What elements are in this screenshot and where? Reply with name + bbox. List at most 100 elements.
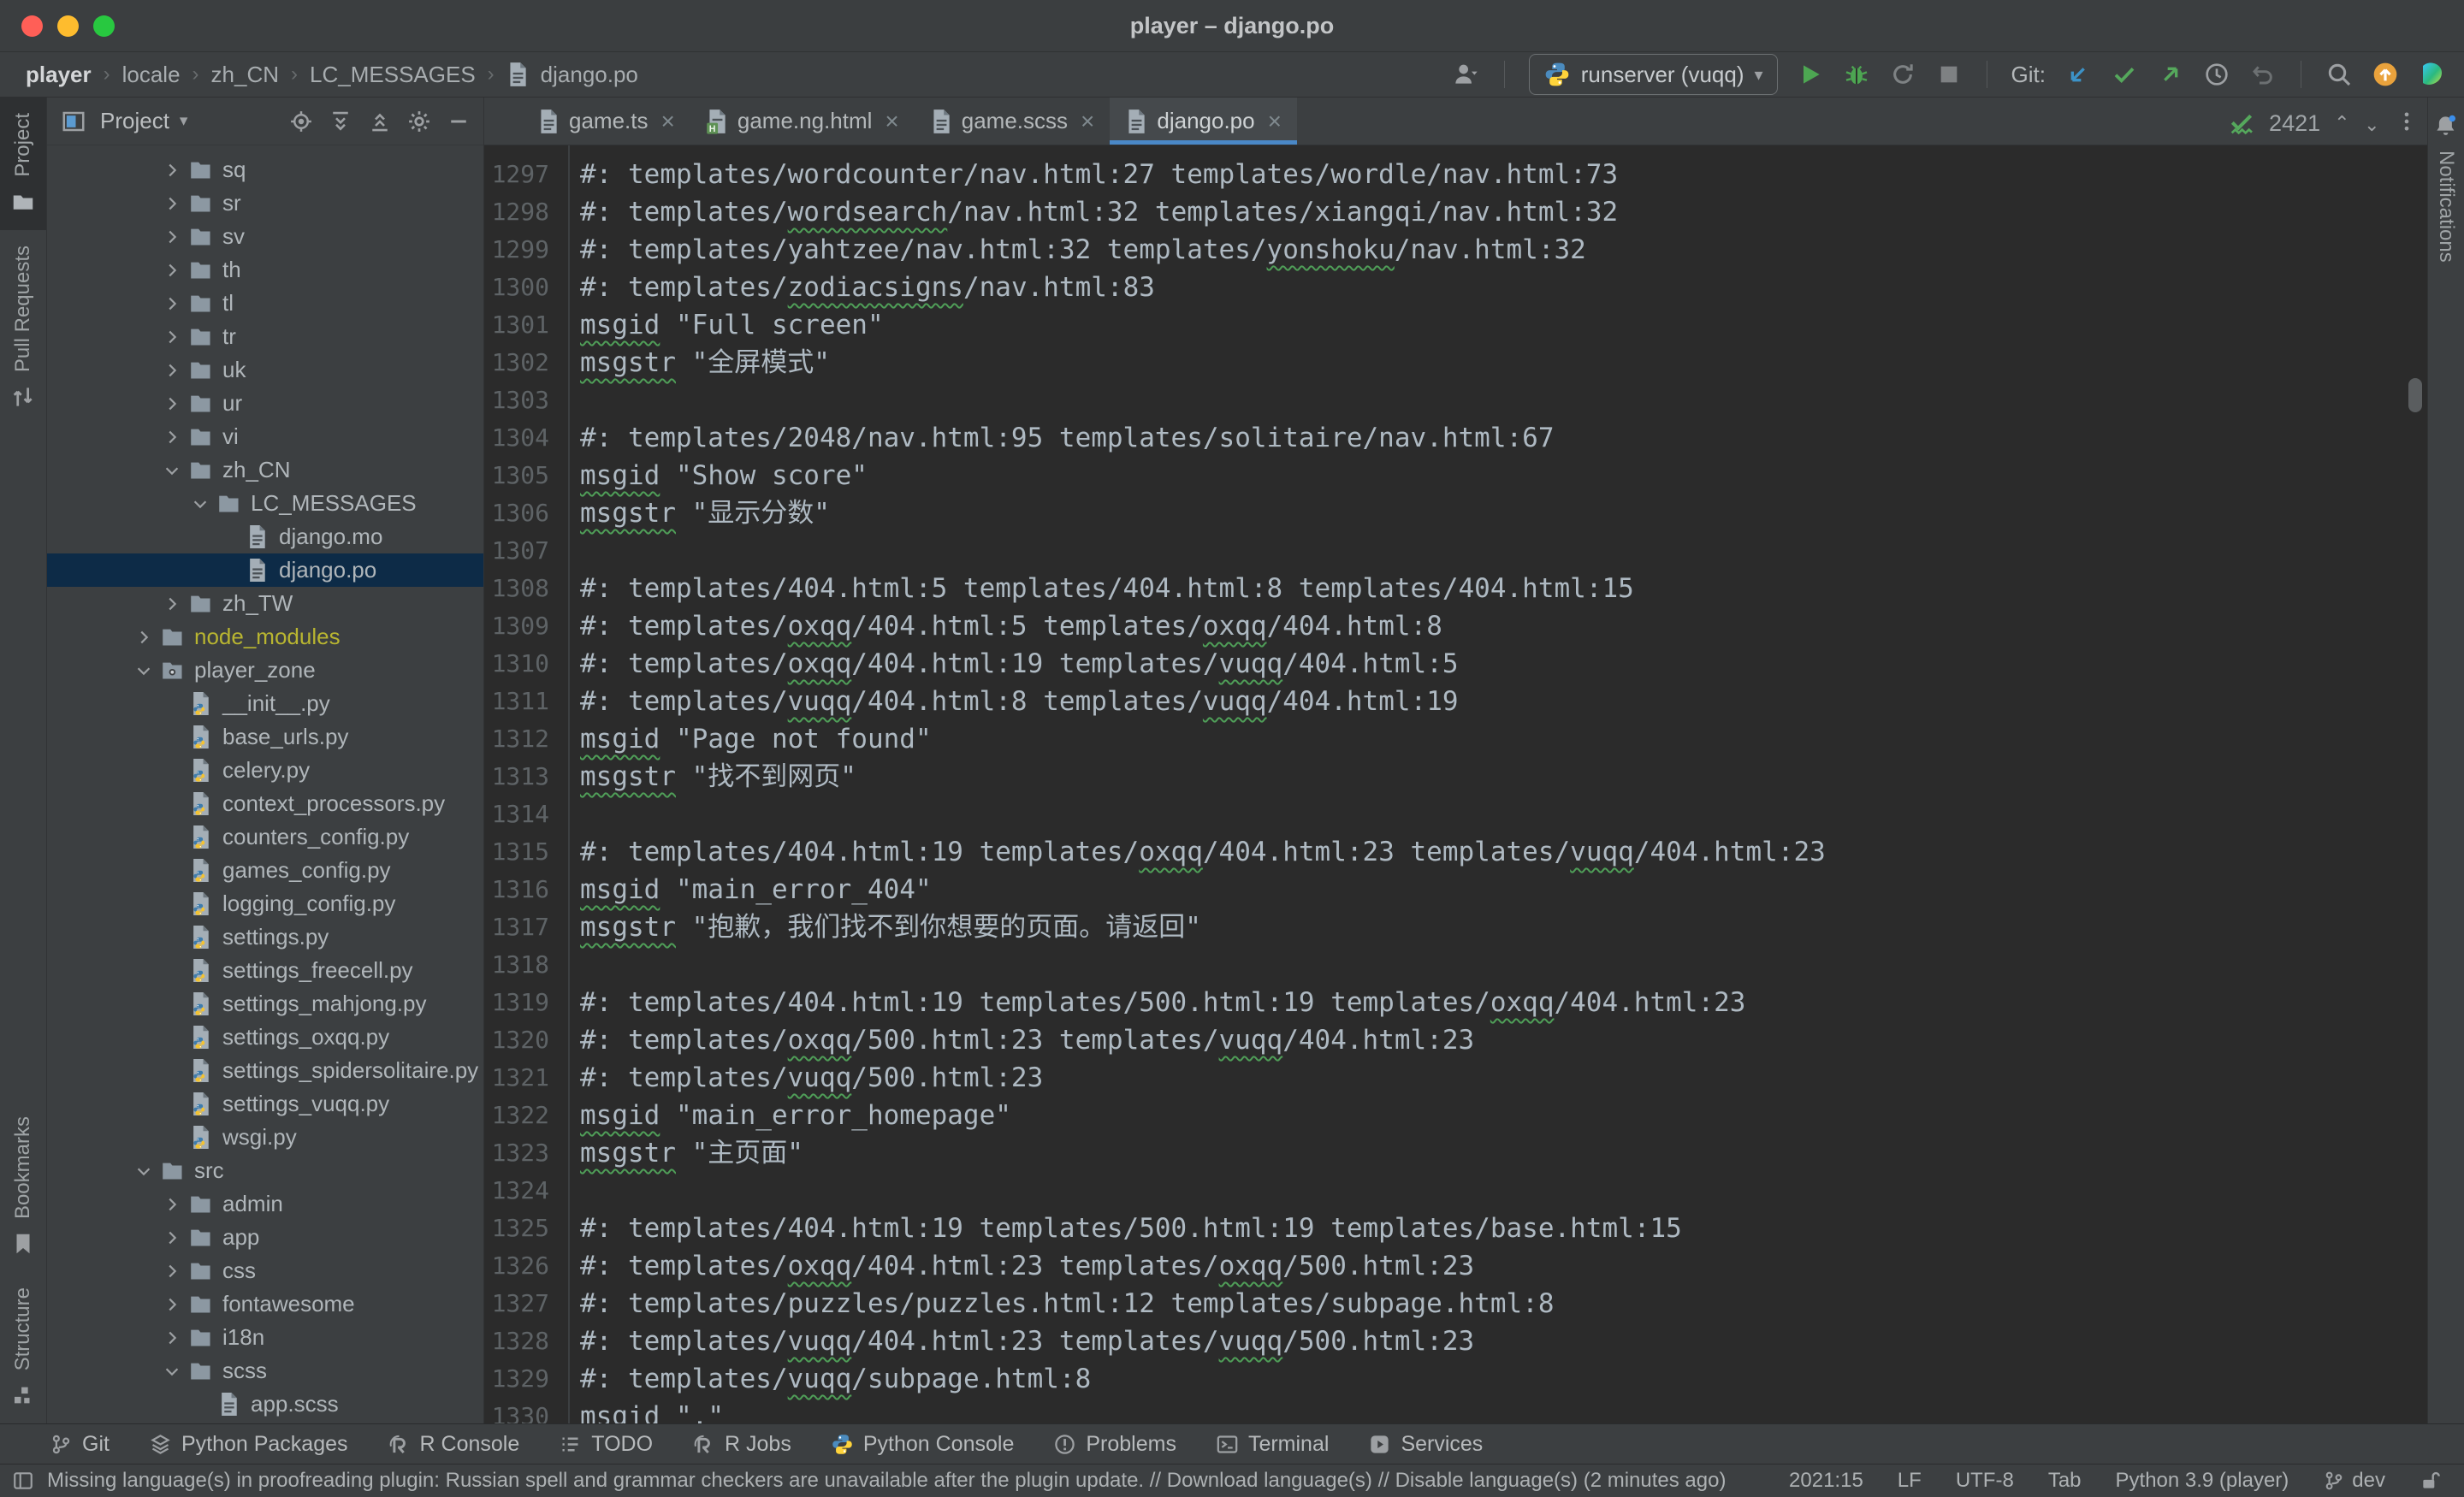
tree-item-node_modules[interactable]: node_modules <box>47 620 483 654</box>
hide-panel-icon[interactable] <box>446 109 471 134</box>
file-encoding[interactable]: UTF-8 <box>1956 1469 2014 1493</box>
tool-stripe-structure[interactable]: Structure <box>0 1272 46 1423</box>
chevron-down-icon[interactable]: ▾ <box>180 111 188 131</box>
rollback-icon[interactable] <box>2249 61 2277 88</box>
chevron-right-icon[interactable] <box>157 1260 186 1282</box>
chevron-right-icon[interactable] <box>157 359 186 382</box>
prev-issue-icon[interactable]: ⌃ <box>2334 112 2349 134</box>
close-icon[interactable]: × <box>661 108 675 135</box>
tree-item-context_processors.py[interactable]: context_processors.py <box>47 787 483 820</box>
git-commit-icon[interactable] <box>2111 61 2138 88</box>
editor-scrollbar-thumb[interactable] <box>2408 378 2422 412</box>
tab-game.scss[interactable]: game.scss× <box>915 98 1111 145</box>
chevron-right-icon[interactable] <box>157 593 186 615</box>
tree-item-celery.py[interactable]: celery.py <box>47 754 483 787</box>
tree-item-__init__.py[interactable]: __init__.py <box>47 687 483 720</box>
next-issue-icon[interactable]: ⌃ <box>2364 112 2379 134</box>
tree-item-settings_spidersolitaire.py[interactable]: settings_spidersolitaire.py <box>47 1054 483 1087</box>
chevron-right-icon[interactable] <box>157 1193 186 1216</box>
toolwindow-button-services[interactable]: Services <box>1368 1432 1483 1457</box>
chevron-right-icon[interactable] <box>157 192 186 215</box>
toolwindow-button-todo[interactable]: TODO <box>559 1432 653 1457</box>
locate-icon[interactable] <box>288 109 314 134</box>
close-icon[interactable]: × <box>885 108 898 135</box>
coverage-icon[interactable] <box>1889 61 1916 88</box>
chevron-down-icon[interactable] <box>157 459 186 482</box>
tree-item-src[interactable]: src <box>47 1154 483 1187</box>
tree-item-i18n[interactable]: i18n <box>47 1321 483 1354</box>
tree-item-games_config.py[interactable]: games_config.py <box>47 854 483 887</box>
chevron-down-icon[interactable] <box>186 493 214 515</box>
chevron-right-icon[interactable] <box>157 259 186 281</box>
chevron-down-icon[interactable] <box>129 1160 157 1182</box>
run-button[interactable] <box>1797 61 1824 88</box>
stop-icon[interactable] <box>1935 61 1963 88</box>
code-with-me-icon[interactable] <box>2418 61 2445 88</box>
toolwindow-button-python-packages[interactable]: Python Packages <box>149 1432 348 1457</box>
breadcrumb-item[interactable]: LC_MESSAGES <box>310 62 476 88</box>
breadcrumb-item[interactable]: player <box>26 62 92 88</box>
breadcrumb-file[interactable]: django.po <box>541 62 638 88</box>
tab-django.po[interactable]: django.po× <box>1110 98 1297 145</box>
tree-item-css[interactable]: css <box>47 1254 483 1287</box>
expand-all-icon[interactable] <box>328 109 353 134</box>
tree-item-wsgi.py[interactable]: wsgi.py <box>47 1121 483 1154</box>
tree-item-settings_vuqq.py[interactable]: settings_vuqq.py <box>47 1087 483 1121</box>
chevron-right-icon[interactable] <box>157 1227 186 1249</box>
collapse-all-icon[interactable] <box>367 109 393 134</box>
chevron-right-icon[interactable] <box>157 159 186 181</box>
tree-item-fontawesome[interactable]: fontawesome <box>47 1287 483 1321</box>
tab-options-icon[interactable] <box>2395 98 2419 145</box>
git-push-icon[interactable] <box>2157 61 2184 88</box>
editor-code[interactable]: #: templates/wordcounter/nav.html:27 tem… <box>570 145 2427 1423</box>
tree-item-base_urls.py[interactable]: base_urls.py <box>47 720 483 754</box>
tool-stripe-project[interactable]: Project <box>0 98 46 230</box>
tree-item-settings_oxqq.py[interactable]: settings_oxqq.py <box>47 1021 483 1054</box>
tree-item-settings.py[interactable]: settings.py <box>47 920 483 954</box>
tree-item-settings_freecell.py[interactable]: settings_freecell.py <box>47 954 483 987</box>
inspections-widget[interactable]: 2421 ⌃ ⌃ <box>2228 109 2379 137</box>
tree-item-admin[interactable]: admin <box>47 1187 483 1221</box>
tool-stripe-notifications[interactable]: Notifications <box>2428 98 2464 278</box>
tree-item-app[interactable]: app <box>47 1221 483 1254</box>
tree-item-uk[interactable]: uk <box>47 353 483 387</box>
tree-item-sv[interactable]: sv <box>47 220 483 253</box>
run-configuration-select[interactable]: runserver (vuqq) ▾ <box>1529 54 1778 95</box>
tree-item-sr[interactable]: sr <box>47 186 483 220</box>
close-icon[interactable]: × <box>1081 108 1094 135</box>
debug-button[interactable] <box>1843 61 1870 88</box>
tree-item-scss[interactable]: scss <box>47 1354 483 1388</box>
tree-item-app.scss[interactable]: app.scss <box>47 1388 483 1421</box>
tree-item-django.mo[interactable]: django.mo <box>47 520 483 553</box>
tree-item-tl[interactable]: tl <box>47 287 483 320</box>
chevron-right-icon[interactable] <box>157 326 186 348</box>
tree-item-th[interactable]: th <box>47 253 483 287</box>
user-icon[interactable] <box>1453 61 1480 88</box>
tree-item-counters_config.py[interactable]: counters_config.py <box>47 820 483 854</box>
search-icon[interactable] <box>2325 61 2353 88</box>
tree-item-zh_CN[interactable]: zh_CN <box>47 453 483 487</box>
tool-stripe-bookmarks[interactable]: Bookmarks <box>0 1101 46 1272</box>
tree-item-LC_MESSAGES[interactable]: LC_MESSAGES <box>47 487 483 520</box>
breadcrumb-item[interactable]: zh_CN <box>211 62 279 88</box>
status-message[interactable]: Missing language(s) in proofreading plug… <box>47 1469 1726 1493</box>
python-interpreter[interactable]: Python 3.9 (player) <box>2116 1469 2289 1493</box>
tab-game.ts[interactable]: game.ts× <box>522 98 690 145</box>
caret-position[interactable]: 2021:15 <box>1789 1469 1863 1493</box>
chevron-right-icon[interactable] <box>129 626 157 648</box>
toolwindow-button-git[interactable]: Git <box>50 1432 110 1457</box>
chevron-right-icon[interactable] <box>157 393 186 415</box>
editor[interactable]: 1297129812991300130113021303130413051306… <box>484 145 2427 1423</box>
lock-icon[interactable] <box>2420 1470 2442 1492</box>
tree-item-player_zone[interactable]: player_zone <box>47 654 483 687</box>
toolwindow-button-r-console[interactable]: R Console <box>388 1432 520 1457</box>
chevron-right-icon[interactable] <box>157 1293 186 1316</box>
breadcrumb-item[interactable]: locale <box>122 62 181 88</box>
update-available-icon[interactable] <box>2372 61 2399 88</box>
line-separator[interactable]: LF <box>1898 1469 1922 1493</box>
indent-style[interactable]: Tab <box>2048 1469 2082 1493</box>
chevron-right-icon[interactable] <box>157 226 186 248</box>
gear-icon[interactable] <box>406 109 432 134</box>
history-icon[interactable] <box>2203 61 2230 88</box>
toolwindow-button-r-jobs[interactable]: R Jobs <box>692 1432 791 1457</box>
